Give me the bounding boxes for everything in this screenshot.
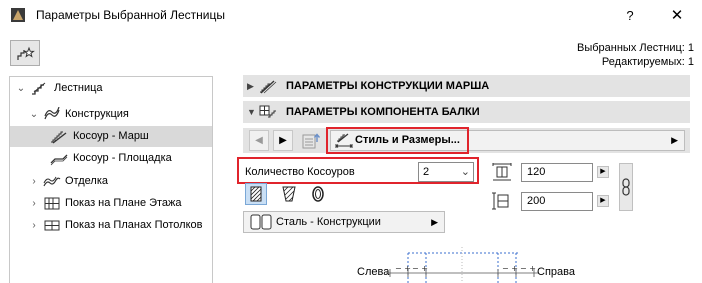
- section-title: ПАРАМЕТРЫ КОМПОНЕНТА БАЛКИ: [286, 106, 480, 118]
- selected-stairs-count: Выбранных Лестниц: 1: [576, 42, 694, 54]
- right-side-label: Справа: [537, 266, 575, 278]
- hatched-trapezoid-icon: [282, 186, 296, 202]
- finish-icon: [43, 176, 61, 187]
- help-button[interactable]: ?: [618, 4, 642, 28]
- list-arrow-icon[interactable]: [301, 132, 323, 150]
- window-title: Параметры Выбранной Лестницы: [36, 8, 225, 22]
- hatched-rectangle-icon: [250, 186, 262, 202]
- tree-item-label: Показ на Планах Потолков: [65, 219, 203, 231]
- hollow-circle-icon: [312, 186, 324, 202]
- height-field[interactable]: 200: [521, 192, 593, 211]
- circular-profile-button[interactable]: [307, 183, 329, 205]
- tree-item-label: Отделка: [65, 175, 108, 187]
- rectangular-profile-button[interactable]: [245, 183, 267, 205]
- svg-text:− +: − +: [412, 264, 428, 273]
- tree-item-finish[interactable]: › Отделка: [10, 171, 212, 192]
- editable-count: Редактируемых: 1: [601, 56, 694, 68]
- stair-icon: [32, 82, 46, 95]
- floor-plan-icon: [44, 197, 60, 210]
- left-side-label: Слева: [357, 266, 390, 278]
- svg-text:− +: − +: [395, 264, 411, 273]
- expand-chevron-icon[interactable]: ›: [29, 215, 39, 236]
- expand-chevron-icon[interactable]: ⌄: [29, 104, 39, 125]
- section-title: ПАРАМЕТРЫ КОНСТРУКЦИИ МАРША: [286, 80, 490, 92]
- tree-item-stringer-flight[interactable]: Косоур - Марш: [10, 126, 212, 147]
- svg-text:− +: − +: [520, 264, 536, 273]
- chain-link-icon: [622, 178, 630, 196]
- height-dimension-icon: [492, 192, 509, 210]
- tapered-profile-button[interactable]: [278, 183, 300, 205]
- tree-item-label: Косоур - Марш: [73, 130, 149, 142]
- link-dimensions-button[interactable]: [619, 163, 633, 211]
- tree-item-structure[interactable]: ⌄ Конструкция: [10, 104, 212, 125]
- svg-text:− +: − +: [502, 264, 518, 273]
- material-label: Сталь - Конструкции: [276, 216, 381, 228]
- submenu-arrow-icon: ▶: [431, 217, 438, 227]
- expanded-triangle-icon: ▼: [247, 107, 256, 117]
- width-arrow-button[interactable]: ▶: [597, 166, 609, 178]
- previous-button[interactable]: ◀: [249, 130, 269, 151]
- width-value: 120: [527, 166, 546, 178]
- beam-component-icon: [259, 105, 276, 118]
- close-button[interactable]: ✕: [664, 4, 690, 28]
- tree-item-stair[interactable]: ⌄ Лестница: [10, 78, 212, 99]
- ceiling-plan-icon: [44, 220, 60, 231]
- expand-chevron-icon[interactable]: ⌄: [16, 78, 26, 99]
- stringer-landing-icon: [50, 154, 68, 166]
- tree-item-label: Показ на Плане Этажа: [65, 197, 182, 209]
- section-flight-structure-header[interactable]: ▶ ПАРАМЕТРЫ КОНСТРУКЦИИ МАРША: [243, 75, 690, 97]
- tree-item-label: Лестница: [54, 82, 103, 94]
- width-field[interactable]: 120: [521, 163, 593, 182]
- submenu-arrow-icon: ▶: [671, 135, 678, 145]
- settings-tree: ⌄ Лестница ⌄ Конструкция Косоур - Марш К…: [9, 76, 213, 283]
- height-value: 200: [527, 195, 546, 207]
- expand-chevron-icon[interactable]: ›: [29, 193, 39, 214]
- stringer-placement-diagram: − + − + − + − +: [386, 247, 538, 283]
- tree-item-stringer-landing[interactable]: Косоур - Площадка: [10, 148, 212, 169]
- tree-item-ceiling-plan[interactable]: › Показ на Планах Потолков: [10, 215, 212, 236]
- height-arrow-button[interactable]: ▶: [597, 195, 609, 207]
- next-button[interactable]: ▶: [273, 130, 293, 151]
- structure-icon: [44, 107, 60, 120]
- material-dropdown[interactable]: Сталь - Конструкции ▶: [243, 211, 445, 233]
- expand-chevron-icon[interactable]: ›: [29, 171, 39, 192]
- highlight-stringer-count: [237, 157, 479, 184]
- app-icon: [11, 8, 25, 22]
- width-dimension-icon: [492, 163, 512, 181]
- flight-structure-icon: [260, 80, 277, 94]
- favorites-stair-icon: [17, 46, 35, 60]
- collapsed-triangle-icon: ▶: [247, 81, 254, 91]
- selection-info: Выбранных Лестниц: 1 Редактируемых: 1: [577, 41, 694, 69]
- favorites-button[interactable]: [10, 40, 40, 66]
- tree-item-label: Конструкция: [65, 108, 129, 120]
- tree-item-floor-plan[interactable]: › Показ на Плане Этажа: [10, 193, 212, 214]
- stringer-flight-icon: [51, 131, 67, 144]
- material-icon: [250, 214, 272, 230]
- highlight-style-dropdown: [326, 127, 469, 154]
- tree-item-label: Косоур - Площадка: [73, 152, 172, 164]
- section-beam-component-header[interactable]: ▼ ПАРАМЕТРЫ КОМПОНЕНТА БАЛКИ: [243, 101, 690, 123]
